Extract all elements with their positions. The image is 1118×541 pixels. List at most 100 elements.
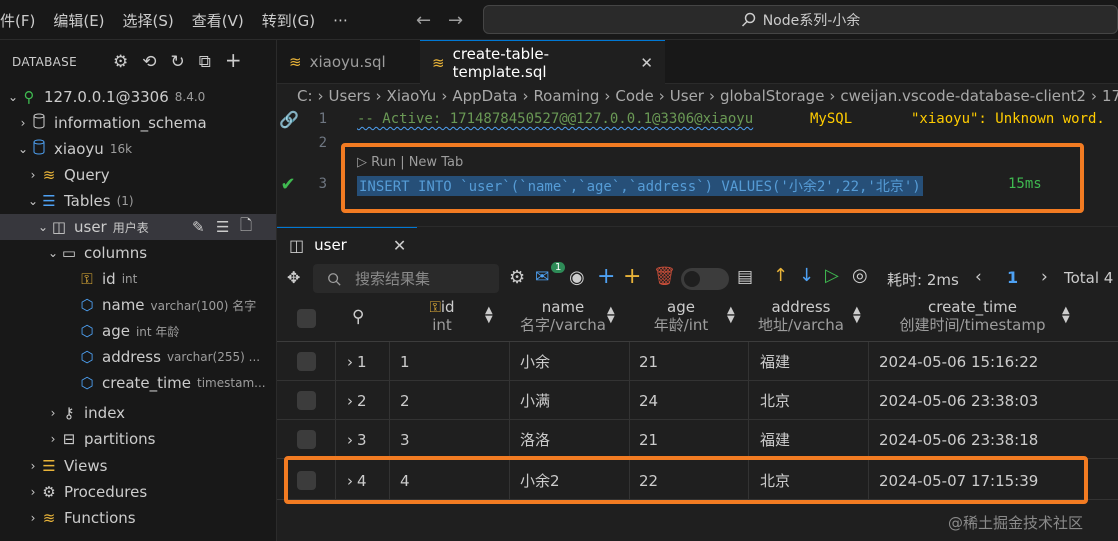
chevron-left-icon[interactable]: ‹	[975, 267, 982, 287]
tree-column-address[interactable]: ⬡ address varchar(255) ...	[0, 344, 276, 370]
tree-views[interactable]: › ☰ Views	[0, 453, 276, 479]
tree-db-xiaoyu[interactable]: ⌄ xiaoyu 16k	[0, 136, 276, 162]
search-icon[interactable]: ⚲	[352, 307, 364, 327]
row-checkbox[interactable]	[297, 391, 316, 410]
row-checkbox[interactable]	[297, 430, 316, 449]
tree-column-id[interactable]: ⚿ id int	[0, 266, 276, 292]
sort-icon[interactable]: ▲ ▼	[607, 306, 615, 325]
tree-tables[interactable]: ⌄ ☰ Tables (1)	[0, 188, 276, 214]
breadcrumb-item[interactable]: globalStorage	[720, 87, 824, 105]
page-number[interactable]: 1	[1007, 268, 1018, 287]
tab-create-table-template[interactable]: ≋ create-table-template.sql ✕	[420, 40, 665, 84]
chevron-right-icon[interactable]: ›	[1041, 267, 1048, 287]
tree-connection[interactable]: ⌄ ⚲ 127.0.0.1@3306 8.4.0	[0, 84, 276, 110]
row-checkbox[interactable]	[297, 352, 316, 371]
row-expander[interactable]: › 1	[347, 342, 367, 381]
table-row[interactable]: › 2 2 小满 24 北京 2024-05-06 23:38:03	[277, 381, 1118, 420]
menu-file[interactable]: 件(F)	[0, 10, 35, 31]
file-icon[interactable]: 🗋	[240, 215, 252, 240]
back-arrow-icon[interactable]: ←	[416, 10, 431, 31]
breadcrumb-item[interactable]: cweijan.vscode-database-client2	[840, 87, 1086, 105]
sort-icon[interactable]: ▲ ▼	[853, 306, 861, 325]
edit-pencil-icon[interactable]: ✎	[192, 218, 205, 236]
cell-name[interactable]: 小满	[520, 381, 550, 420]
mail-icon[interactable]: ✉	[535, 267, 549, 287]
menu-view[interactable]: 查看(V)	[192, 10, 244, 31]
tree-functions[interactable]: › ≋ Functions	[0, 505, 276, 531]
header-name[interactable]: name 名字/varcha	[513, 298, 613, 334]
history-icon[interactable]: ⟲	[142, 52, 156, 72]
gear-icon[interactable]: ⚙	[113, 52, 128, 72]
tree-partitions[interactable]: › ⊟ partitions	[0, 426, 276, 452]
header-age[interactable]: age 年龄/int	[642, 298, 720, 334]
tab-xiaoyu-sql[interactable]: ≋ xiaoyu.sql	[277, 40, 417, 84]
table-row[interactable]: › 3 3 洛洛 21 福建 2024-05-06 23:38:18	[277, 420, 1118, 459]
sort-icon[interactable]: ▲ ▼	[485, 306, 493, 325]
cell-name[interactable]: 小余	[520, 342, 550, 381]
cell-age[interactable]: 24	[639, 381, 658, 420]
run-icon[interactable]: ▷	[825, 265, 839, 286]
cell-id[interactable]: 2	[400, 381, 410, 420]
cell-create-time[interactable]: 2024-05-06 23:38:18	[879, 420, 1038, 459]
list-icon[interactable]: ☰	[216, 218, 229, 236]
cell-create-time[interactable]: 2024-05-06 23:38:03	[879, 381, 1038, 420]
row-expander[interactable]: › 3	[347, 420, 367, 459]
command-center-search[interactable]: Node系列-小余	[483, 5, 1118, 34]
cell-age[interactable]: 21	[639, 420, 658, 459]
select-all-checkbox[interactable]	[297, 309, 316, 328]
collapse-all-icon[interactable]: ⧉	[199, 52, 211, 72]
tree-column-name[interactable]: ⬡ name varchar(100) 名字	[0, 292, 276, 318]
breadcrumb-item[interactable]: C:	[297, 87, 313, 105]
link-icon[interactable]: 🔗	[279, 110, 299, 129]
cell-address[interactable]: 福建	[760, 342, 790, 381]
table-row[interactable]: › 1 1 小余 21 福建 2024-05-06 15:16:22	[277, 342, 1118, 381]
forward-arrow-icon[interactable]: →	[448, 10, 463, 31]
result-tab-user[interactable]: ◫ user ✕	[277, 227, 417, 262]
cell-name[interactable]: 洛洛	[520, 420, 550, 459]
breadcrumb-item[interactable]: XiaoYu	[387, 87, 437, 105]
header-address[interactable]: address 地址/varcha	[753, 298, 849, 334]
sort-icon[interactable]: ▲ ▼	[1062, 306, 1070, 325]
toggle-switch[interactable]	[681, 268, 729, 290]
result-search-field[interactable]: 搜索结果集	[313, 264, 499, 293]
breadcrumb-item[interactable]: User	[670, 87, 704, 105]
menu-go[interactable]: 转到(G)	[262, 10, 315, 31]
add-icon[interactable]: +	[623, 264, 641, 289]
move-icon[interactable]: ✥	[287, 268, 300, 287]
tree-columns[interactable]: ⌄ ▭ columns	[0, 240, 276, 266]
gear-icon[interactable]: ⚙	[509, 267, 525, 288]
tree-table-user[interactable]: ⌄ ◫ user 用户表 ✎ ☰ 🗋	[0, 214, 276, 240]
cell-id[interactable]: 3	[400, 420, 410, 459]
breadcrumb-item[interactable]: Users	[329, 87, 371, 105]
header-create-time[interactable]: create_time 创建时间/timestamp	[885, 298, 1060, 334]
add-connection-icon[interactable]: +	[225, 50, 242, 72]
tree-db-information-schema[interactable]: › information_schema	[0, 110, 276, 136]
tree-index[interactable]: › ⚷ index	[0, 400, 276, 426]
breadcrumb-item[interactable]: Code	[615, 87, 653, 105]
cell-age[interactable]: 21	[639, 342, 658, 381]
cell-address[interactable]: 北京	[760, 381, 790, 420]
add-row-icon[interactable]: +	[597, 264, 615, 289]
github-icon[interactable]: ◉	[569, 267, 585, 288]
refresh-icon[interactable]: ↻	[171, 52, 185, 72]
header-id[interactable]: ⚿id int	[417, 298, 467, 334]
cell-address[interactable]: 福建	[760, 420, 790, 459]
tree-procedures[interactable]: › ⚙ Procedures	[0, 479, 276, 505]
breadcrumb-item[interactable]: Roaming	[533, 87, 599, 105]
eye-icon[interactable]: ◎	[852, 265, 868, 286]
tree-column-create-time[interactable]: ⬡ create_time timestam...	[0, 370, 276, 396]
arrow-down-icon[interactable]: ↓	[799, 265, 814, 286]
menu-more[interactable]: ⋯	[333, 11, 348, 29]
close-icon[interactable]: ✕	[393, 236, 406, 255]
arrow-up-icon[interactable]: ↑	[773, 265, 788, 286]
breadcrumb-item[interactable]: AppData	[452, 87, 517, 105]
comment-icon[interactable]: ▤	[737, 267, 753, 287]
menu-selection[interactable]: 选择(S)	[123, 10, 174, 31]
tree-query[interactable]: › ≋ Query	[0, 162, 276, 188]
trash-icon[interactable]: 🗑	[653, 266, 676, 287]
menu-edit[interactable]: 编辑(E)	[53, 10, 104, 31]
breadcrumb-item[interactable]: 171487	[1102, 87, 1118, 105]
tree-column-age[interactable]: ⬡ age int 年龄	[0, 318, 276, 344]
close-icon[interactable]: ✕	[640, 54, 653, 72]
row-expander[interactable]: › 2	[347, 381, 367, 420]
